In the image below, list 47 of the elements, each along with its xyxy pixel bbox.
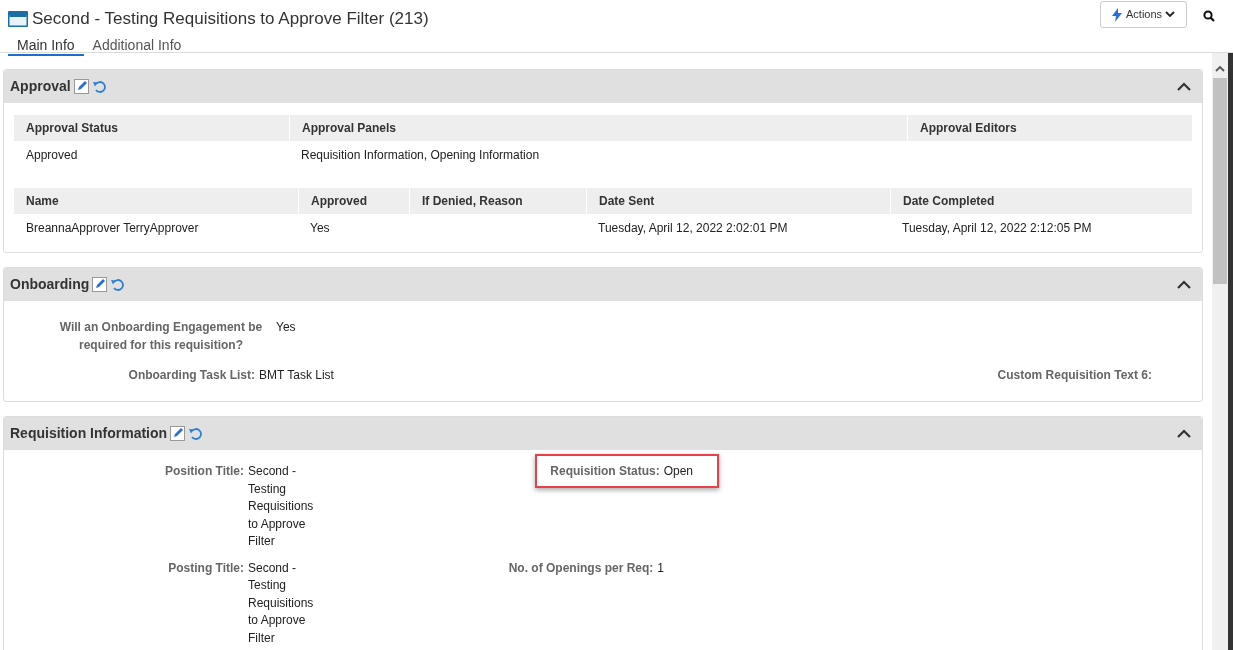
table-cell-text: Requisition Information, Opening Information: [300, 147, 541, 164]
field-label: Onboarding Task List:: [128, 367, 255, 384]
folder-icon: [8, 10, 28, 27]
field-label: Requisition Status:: [550, 462, 660, 480]
table-cell-text: Yes: [309, 220, 331, 237]
search-icon[interactable]: [1203, 10, 1215, 22]
undo-icon[interactable]: [110, 278, 125, 291]
field-label: Position Title:: [163, 463, 244, 480]
tab[interactable]: Additional Info: [83, 34, 191, 56]
column-header: Approval Editors: [907, 115, 1193, 141]
table-cell-text: Tuesday, April 12, 2022 2:12:05 PM: [901, 220, 1093, 237]
column-header: Date Completed: [890, 188, 1193, 214]
field-value: Second - Testing Requisitions to Approve Filter: [248, 463, 314, 550]
field-value: Yes: [276, 319, 297, 336]
panel-title: Requisition Information: [10, 424, 168, 443]
chevron-down-icon: [1165, 11, 1176, 18]
field-label: No. of Openings per Req:: [508, 559, 654, 577]
field-value: 1: [657, 559, 664, 577]
undo-icon[interactable]: [188, 427, 203, 440]
panel-title: Approval: [10, 77, 71, 96]
field-value: BMT Task List: [259, 367, 334, 384]
table-cell-text: BreannaApprover TerryApprover: [25, 220, 200, 237]
edit-icon[interactable]: [92, 277, 108, 292]
column-header: Approval Status: [25, 120, 119, 137]
column-header: If Denied, Reason: [409, 188, 586, 214]
column-header: Date Sent: [586, 188, 890, 214]
edit-icon[interactable]: [170, 426, 186, 441]
field-value: Open: [663, 462, 693, 480]
column-header: Approval Panels: [289, 115, 907, 141]
scrollbar[interactable]: [1212, 53, 1228, 650]
field-value: Second - Testing Requisitions to Approve Filter: [248, 559, 314, 647]
lightning-icon: [1111, 7, 1123, 22]
field-label: Posting Title:: [167, 559, 244, 577]
field-label: Custom Requisition Text 6:: [997, 367, 1152, 384]
edit-icon[interactable]: [73, 79, 89, 94]
scroll-up-icon[interactable]: [1215, 65, 1225, 72]
scrollbar-thumb[interactable]: [1213, 78, 1227, 284]
panel-title: Onboarding: [10, 275, 90, 294]
column-header: Name: [25, 193, 60, 210]
field-label: Will an Onboarding Engagement be required for this requisition?: [58, 319, 264, 354]
table-cell-text: Approved: [25, 147, 79, 164]
undo-icon[interactable]: [91, 80, 106, 93]
actions-button[interactable]: Actions: [1100, 1, 1187, 28]
column-header: Approved: [298, 188, 409, 214]
table-cell-text: Tuesday, April 12, 2022 2:02:01 PM: [597, 220, 789, 237]
tab[interactable]: Main Info: [8, 34, 84, 56]
page-title: Second - Testing Requisitions to Approve Filter (213): [32, 8, 429, 30]
